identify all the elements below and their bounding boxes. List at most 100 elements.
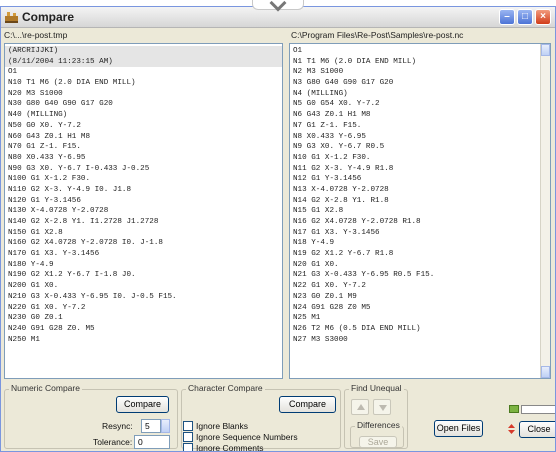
resync-spinner[interactable] — [161, 419, 170, 433]
top-handle[interactable] — [252, 0, 304, 12]
code-line: N5 G0 G54 X0. Y-7.2 — [293, 100, 380, 109]
resync-input[interactable]: 5 — [141, 419, 161, 433]
code-line: N210 G3 X-0.433 Y-6.95 I0. J-0.5 F15. — [8, 292, 177, 301]
scroll-down-icon[interactable] — [541, 366, 550, 378]
ignore-blanks-checkbox[interactable] — [183, 421, 193, 431]
right-file-pane[interactable]: O1 N1 T1 M6 (2.0 DIA END MILL) N2 M3 S1000… — [289, 43, 551, 379]
ignore-blanks-label: Ignore Blanks — [196, 421, 248, 431]
code-line: N13 X-4.0728 Y-2.0728 — [293, 185, 389, 194]
code-line: N40 (MILLING) — [8, 111, 68, 120]
right-file-path: C:\Program Files\Re-Post\Samples\re-post… — [291, 30, 464, 40]
tolerance-input[interactable]: 0 — [134, 435, 170, 449]
code-line: N11 G2 X-3. Y-4.9 R1.8 — [293, 164, 394, 173]
code-line: N10 T1 M6 (2.0 DIA END MILL) — [8, 79, 136, 88]
left-lines-list: (ARCRIJJKI) (8/11/2004 11:23:15 AM) O1 N10 … — [5, 46, 282, 345]
left-file-path: C:\...\re-post.tmp — [4, 30, 68, 40]
code-line: N12 G1 Y-3.1456 — [293, 175, 362, 184]
code-line: N7 G1 Z-1. F15. — [293, 121, 362, 130]
code-line: N50 G0 X0. Y-7.2 — [8, 121, 81, 130]
character-compare-button[interactable]: Compare — [279, 396, 336, 413]
ignore-sequence-numbers-label: Ignore Sequence Numbers — [196, 432, 298, 442]
code-line: N17 G1 X3. Y-3.1456 — [293, 228, 380, 237]
code-line: N16 G2 X4.0728 Y-2.0728 R1.8 — [293, 218, 421, 226]
code-line: N23 G0 Z0.1 M9 — [293, 292, 357, 301]
minimize-button[interactable]: – — [499, 9, 515, 25]
code-line: N6 G43 Z0.1 H1 M8 — [293, 111, 371, 120]
code-line: N9 G3 X0. Y-6.7 R0.5 — [293, 143, 385, 152]
code-line: N190 G2 X1.2 Y-6.7 I-1.8 J0. — [8, 271, 136, 280]
code-line: N140 G2 X-2.8 Y1. I1.2728 J1.2728 — [8, 218, 159, 226]
code-line: N30 G80 G40 G90 G17 G20 — [8, 100, 113, 109]
code-line: N14 G2 X-2.8 Y1. R1.8 — [293, 196, 389, 205]
code-line: N70 G1 Z-1. F15. — [8, 143, 81, 152]
find-next-unequal-button[interactable] — [373, 399, 391, 415]
resync-label: Resync: — [102, 421, 133, 431]
differences-label: Differences — [355, 420, 402, 430]
chevron-down-icon — [269, 0, 287, 12]
code-line: N160 G2 X4.0728 Y-2.0728 I0. J-1.8 — [8, 239, 163, 248]
compare-app-icon — [5, 12, 18, 23]
code-line: N130 X-4.0728 Y-2.0728 — [8, 207, 109, 216]
code-line: N10 G1 X-1.2 F30. — [293, 153, 371, 162]
find-previous-unequal-button[interactable] — [351, 399, 369, 415]
code-line: N24 G91 G28 Z0 M5 — [293, 303, 371, 312]
code-line: N90 G3 X0. Y-6.7 I-0.433 J-0.25 — [8, 164, 150, 173]
code-line: (8/11/2004 11:23:15 AM) — [5, 56, 282, 68]
arrow-down-icon — [379, 405, 387, 411]
progress-icon — [509, 405, 519, 413]
arrow-up-icon — [357, 404, 365, 410]
code-line: N150 G1 X2.8 — [8, 228, 63, 237]
code-line: N26 T2 M6 (0.5 DIA END MILL) — [293, 324, 421, 333]
code-line: N21 G3 X-0.433 Y-6.95 R0.5 F15. — [293, 271, 435, 280]
code-line: N220 G1 X0. Y-7.2 — [8, 303, 86, 312]
code-line: O1 — [293, 47, 303, 55]
code-line: N15 G1 X2.8 — [293, 207, 344, 216]
code-line: N100 G1 X-1.2 F30. — [8, 175, 91, 184]
ignore-sequence-numbers-checkbox[interactable] — [183, 432, 193, 442]
code-line: N110 G2 X-3. Y-4.9 I0. J1.8 — [8, 185, 132, 194]
code-line: O1 — [8, 68, 18, 77]
tolerance-label: Tolerance: — [93, 437, 133, 447]
open-files-button[interactable]: Open Files — [434, 420, 483, 437]
progress-bar — [521, 405, 555, 414]
code-line: N19 G2 X1.2 Y-6.7 R1.8 — [293, 250, 394, 259]
code-line: N240 G91 G28 Z0. M5 — [8, 324, 95, 333]
code-line: N20 G1 X0. — [293, 260, 339, 269]
code-line: N180 Y-4.9 — [8, 260, 54, 269]
code-line: N120 G1 Y-3.1456 — [8, 196, 81, 205]
scroll-up-icon[interactable] — [541, 44, 550, 56]
code-line: N20 M3 S1000 — [8, 89, 63, 98]
character-compare-label: Character Compare — [186, 383, 265, 393]
ignore-comments-label: Ignore Comments — [196, 443, 264, 452]
numeric-compare-label: Numeric Compare — [9, 383, 82, 393]
right-pane-scrollbar[interactable] — [540, 44, 550, 378]
code-line: N4 (MILLING) — [293, 89, 348, 98]
code-line: N230 G0 Z0.1 — [8, 314, 63, 323]
code-line: N60 G43 Z0.1 H1 M8 — [8, 132, 91, 141]
maximize-button[interactable]: □ — [517, 9, 533, 25]
code-line: N1 T1 M6 (2.0 DIA END MILL) — [293, 57, 417, 66]
code-line: N200 G1 X0. — [8, 282, 59, 291]
save-differences-button[interactable]: Save — [359, 436, 397, 448]
code-line: N170 G1 X3. Y-3.1456 — [8, 250, 100, 259]
ignore-comments-checkbox[interactable] — [183, 443, 193, 451]
left-file-pane[interactable]: (ARCRIJJKI) (8/11/2004 11:23:15 AM) O1 N10 … — [4, 43, 283, 379]
code-line: N3 G80 G40 G90 G17 G20 — [293, 79, 394, 88]
code-line: N27 M3 S3000 — [293, 335, 348, 344]
compare-window: Compare – □ × C:\...\re-post.tmp C:\Prog… — [0, 6, 556, 452]
close-button[interactable]: Close — [519, 421, 555, 438]
code-line: N8 X0.433 Y-6.95 — [293, 132, 366, 141]
numeric-compare-button[interactable]: Compare — [116, 396, 169, 413]
code-line: N250 M1 — [8, 335, 40, 344]
code-line: (ARCRIJJKI) — [5, 46, 282, 57]
right-lines-list: O1 N1 T1 M6 (2.0 DIA END MILL) N2 M3 S1000… — [290, 46, 550, 345]
window-title: Compare — [22, 10, 75, 24]
code-line: N22 G1 X0. Y-7.2 — [293, 282, 366, 291]
window-close-button[interactable]: × — [535, 9, 551, 25]
code-line: N18 Y-4.9 — [293, 239, 335, 248]
sort-arrows-icon — [508, 424, 515, 434]
find-unequal-label: Find Unequal — [349, 383, 404, 393]
code-line: N80 X0.433 Y-6.95 — [8, 153, 86, 162]
code-line: N2 M3 S1000 — [293, 68, 344, 77]
code-line: N25 M1 — [293, 314, 321, 323]
